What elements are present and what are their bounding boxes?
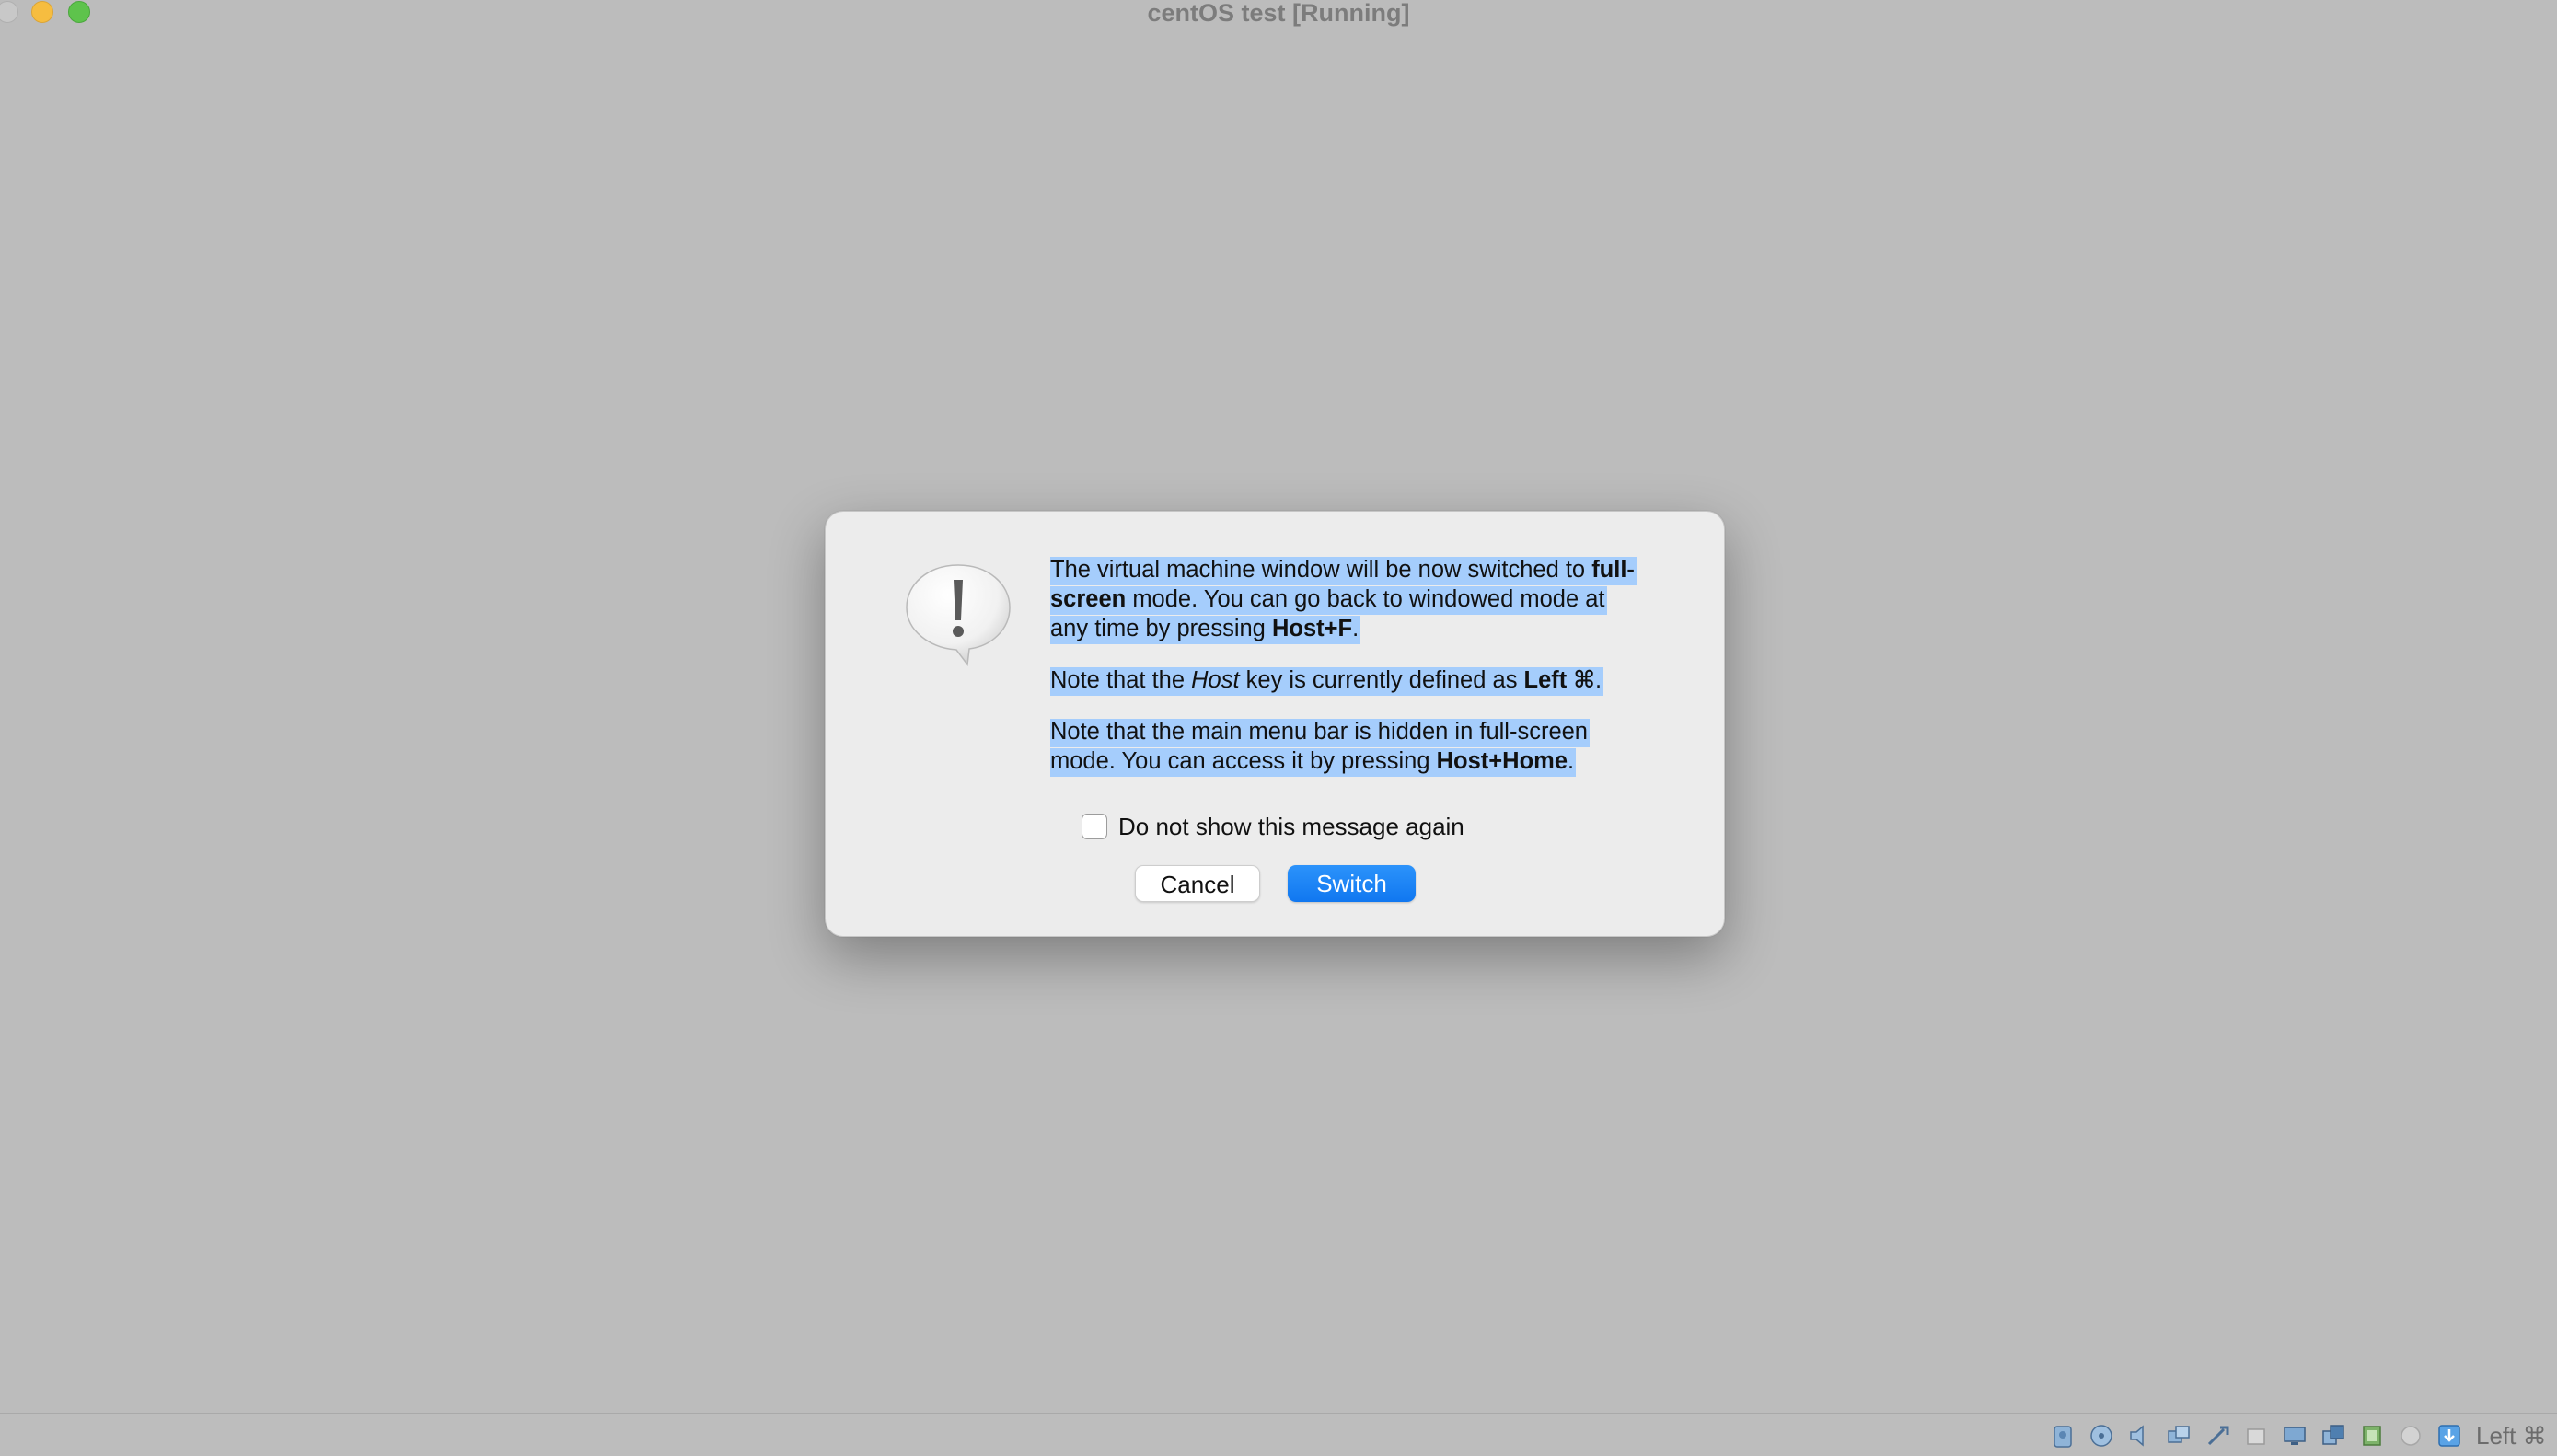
message-paragraph: Note that the main menu bar is hidden in… xyxy=(1050,717,1644,777)
message-text-run: . xyxy=(1595,667,1602,693)
do-not-show-again-label[interactable]: Do not show this message again xyxy=(1118,813,1464,841)
message-paragraph: The virtual machine window will be now s… xyxy=(1050,555,1644,644)
message-text-run: Left ⌘ xyxy=(1523,667,1596,693)
message-text-run: Host+F xyxy=(1271,616,1353,641)
switch-button[interactable]: Switch xyxy=(1288,865,1416,902)
window-title: centOS test [Running] xyxy=(1147,0,1410,27)
keyboard-capture-icon[interactable] xyxy=(2436,1422,2463,1450)
shared-folders-icon[interactable] xyxy=(2242,1422,2270,1450)
mouse-integration-icon[interactable] xyxy=(2397,1422,2424,1450)
message-text-run: Host xyxy=(1191,667,1240,693)
host-key-label[interactable]: Left ⌘ xyxy=(2476,1422,2547,1450)
recording-icon[interactable] xyxy=(2320,1422,2347,1450)
message-text-run: Host+Home xyxy=(1436,748,1568,774)
cpu-icon[interactable] xyxy=(2358,1422,2386,1450)
dialog-message: The virtual machine window will be now s… xyxy=(1050,555,1644,798)
fullscreen-confirm-dialog: The virtual machine window will be now s… xyxy=(825,511,1725,937)
message-text-run: key is currently defined as xyxy=(1239,667,1524,693)
cancel-button[interactable]: Cancel xyxy=(1135,865,1260,902)
message-text-run: . xyxy=(1568,748,1575,774)
audio-icon[interactable] xyxy=(2126,1422,2154,1450)
message-paragraph: Note that the Host key is currently defi… xyxy=(1050,665,1644,696)
do-not-show-again-row[interactable]: Do not show this message again xyxy=(1082,812,1464,841)
hard-disk-icon[interactable] xyxy=(2049,1422,2077,1450)
usb-icon[interactable] xyxy=(2204,1422,2231,1450)
do-not-show-again-checkbox[interactable] xyxy=(1082,814,1107,839)
message-text-run: The virtual machine window will be now s… xyxy=(1050,557,1592,583)
display-icon[interactable] xyxy=(2281,1422,2308,1450)
network-icon[interactable] xyxy=(2165,1422,2193,1450)
vm-status-bar: Left ⌘ xyxy=(0,1413,2557,1456)
message-text-run: Note that the xyxy=(1050,667,1192,693)
vm-window: centOS test [Running] The virtual machin… xyxy=(0,0,2557,1456)
title-bar: centOS test [Running] xyxy=(0,0,2557,28)
optical-drive-icon[interactable] xyxy=(2088,1422,2115,1450)
warning-speech-bubble-icon xyxy=(906,564,1011,666)
message-text-run: . xyxy=(1352,616,1359,641)
